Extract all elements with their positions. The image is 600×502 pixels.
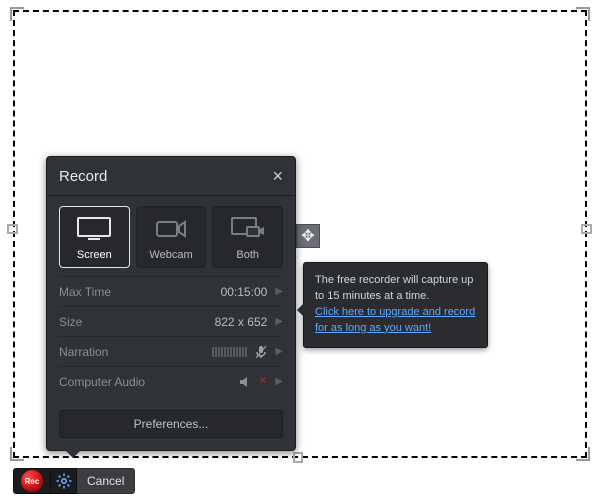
source-label: Webcam (149, 249, 192, 261)
cancel-button[interactable]: Cancel (77, 468, 135, 494)
move-handle[interactable]: ✥ (296, 224, 320, 248)
panel-title: Record (59, 168, 107, 185)
row-value: 822 x 652 (215, 315, 268, 329)
move-icon: ✥ (301, 226, 314, 246)
edge-handle-bottom[interactable] (293, 452, 309, 464)
corner-handle-tl[interactable] (10, 7, 24, 21)
monitor-icon (77, 215, 111, 243)
preferences-button[interactable]: Preferences... (59, 410, 283, 438)
upgrade-tooltip: The free recorder will capture up to 15 … (303, 262, 488, 348)
row-label: Computer Audio (59, 375, 145, 389)
both-icon (231, 215, 265, 243)
row-max-time[interactable]: Max Time 00:15:00 ▶ (59, 276, 283, 306)
gear-icon (56, 473, 72, 489)
source-both[interactable]: Both (212, 206, 283, 268)
speaker-icon (239, 376, 253, 388)
toolbar: Rec Cancel (13, 468, 135, 494)
upgrade-link[interactable]: Click here to upgrade and record for as … (315, 306, 475, 334)
row-label: Max Time (59, 285, 111, 299)
close-icon: × (272, 166, 283, 186)
chevron-right-icon: ▶ (275, 316, 283, 327)
record-icon: Rec (21, 470, 43, 492)
source-label: Screen (77, 249, 112, 261)
row-value: 00:15:00 (221, 285, 268, 299)
chevron-right-icon: ▶ (275, 376, 283, 387)
row-label: Size (59, 315, 82, 329)
corner-handle-br[interactable] (576, 447, 590, 461)
row-label: Narration (59, 345, 108, 359)
tooltip-text: The free recorder will capture up to 15 … (315, 274, 473, 302)
row-size[interactable]: Size 822 x 652 ▶ (59, 306, 283, 336)
muted-icon: ✕ (259, 376, 267, 387)
chevron-right-icon: ▶ (275, 346, 283, 357)
corner-handle-tr[interactable] (576, 7, 590, 21)
chevron-right-icon: ▶ (275, 286, 283, 297)
close-button[interactable]: × (272, 167, 283, 185)
corner-handle-bl[interactable] (10, 447, 24, 461)
cancel-label: Cancel (87, 474, 124, 488)
panel-pointer (65, 450, 81, 458)
record-panel: Record × Screen Webcam Both Max Time (46, 156, 296, 451)
edge-handle-left[interactable] (7, 224, 19, 240)
settings-button[interactable] (51, 468, 77, 494)
source-screen[interactable]: Screen (59, 206, 130, 268)
vu-meter-icon (212, 347, 247, 357)
record-button[interactable]: Rec (13, 468, 51, 494)
webcam-icon (156, 215, 186, 243)
microphone-icon (255, 345, 267, 359)
source-label: Both (236, 249, 259, 261)
row-computer-audio[interactable]: Computer Audio ✕ ▶ (59, 366, 283, 396)
edge-handle-right[interactable] (581, 224, 593, 240)
source-webcam[interactable]: Webcam (136, 206, 207, 268)
preferences-label: Preferences... (134, 417, 209, 431)
row-narration[interactable]: Narration ▶ (59, 336, 283, 366)
